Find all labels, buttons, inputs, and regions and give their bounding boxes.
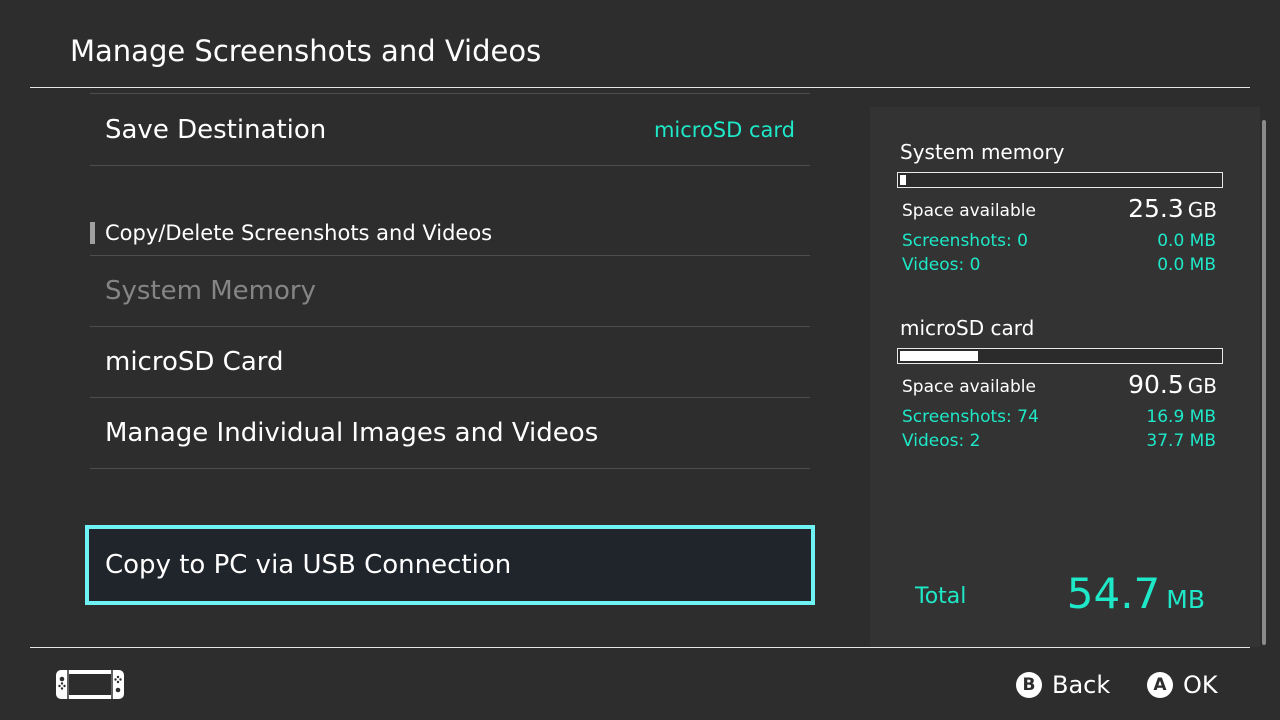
microsd-meter xyxy=(897,348,1223,364)
system-space-number: 25.3 xyxy=(1128,194,1184,223)
system-videos-label: Videos: 0 xyxy=(902,255,981,275)
save-destination-value: microSD card xyxy=(653,118,795,142)
total-unit: MB xyxy=(1166,585,1205,614)
copy-usb-label: Copy to PC via USB Connection xyxy=(105,550,512,580)
system-space-unit: GB xyxy=(1187,198,1217,222)
microsd-card-item[interactable]: microSD Card xyxy=(90,327,810,397)
system-videos-size: 0.0 MB xyxy=(1157,255,1216,275)
manage-individual-item[interactable]: Manage Individual Images and Videos xyxy=(90,398,810,468)
total-label: Total xyxy=(915,584,967,609)
menu-divider xyxy=(90,468,810,469)
back-button[interactable]: B Back xyxy=(1016,670,1110,700)
menu-divider xyxy=(90,165,810,166)
section-header-copy-delete: Copy/Delete Screenshots and Videos xyxy=(90,220,492,246)
system-memory-item: System Memory xyxy=(90,256,810,326)
footer-divider xyxy=(30,647,1250,648)
scrollbar[interactable] xyxy=(1262,120,1266,645)
header-divider xyxy=(30,87,1250,88)
microsd-meter-fill xyxy=(900,351,979,361)
copy-usb-button[interactable]: Copy to PC via USB Connection xyxy=(85,525,815,605)
microsd-space-number: 90.5 xyxy=(1128,370,1184,399)
microsd-screenshots-label: Screenshots: 74 xyxy=(902,407,1039,427)
system-memory-meter-fill xyxy=(900,175,907,185)
menu-divider xyxy=(90,93,810,94)
microsd-title: microSD card xyxy=(900,316,1035,340)
back-label: Back xyxy=(1052,671,1111,699)
microsd-space-label: Space available xyxy=(902,377,1036,397)
system-memory-meter xyxy=(897,172,1223,188)
settings-screen: Manage Screenshots and Videos Save Desti… xyxy=(0,0,1280,720)
total-value: 54.7 MB xyxy=(1067,569,1205,618)
system-space-label: Space available xyxy=(902,201,1036,221)
section-marker xyxy=(90,222,95,244)
microsd-card-label: microSD Card xyxy=(105,347,284,377)
manage-individual-label: Manage Individual Images and Videos xyxy=(105,418,599,448)
system-memory-label: System Memory xyxy=(105,276,316,306)
system-memory-title: System memory xyxy=(900,140,1065,164)
b-button-icon: B xyxy=(1016,672,1042,698)
system-screenshots-label: Screenshots: 0 xyxy=(902,231,1028,251)
ok-label: OK xyxy=(1183,671,1218,699)
microsd-screenshots-size: 16.9 MB xyxy=(1146,407,1216,427)
microsd-space-unit: GB xyxy=(1187,374,1217,398)
section-header-label: Copy/Delete Screenshots and Videos xyxy=(105,221,493,245)
microsd-space-value: 90.5 GB xyxy=(1128,370,1217,399)
save-destination-label: Save Destination xyxy=(105,115,327,145)
a-button-icon: A xyxy=(1147,672,1173,698)
console-icon xyxy=(56,670,124,699)
ok-button[interactable]: A OK xyxy=(1147,670,1218,700)
page-title: Manage Screenshots and Videos xyxy=(70,34,542,68)
system-screenshots-size: 0.0 MB xyxy=(1157,231,1216,251)
microsd-videos-size: 37.7 MB xyxy=(1146,431,1216,451)
microsd-videos-label: Videos: 2 xyxy=(902,431,981,451)
save-destination-item[interactable]: Save Destination microSD card xyxy=(90,95,810,165)
total-number: 54.7 xyxy=(1066,569,1161,618)
system-space-value: 25.3 GB xyxy=(1128,194,1217,223)
